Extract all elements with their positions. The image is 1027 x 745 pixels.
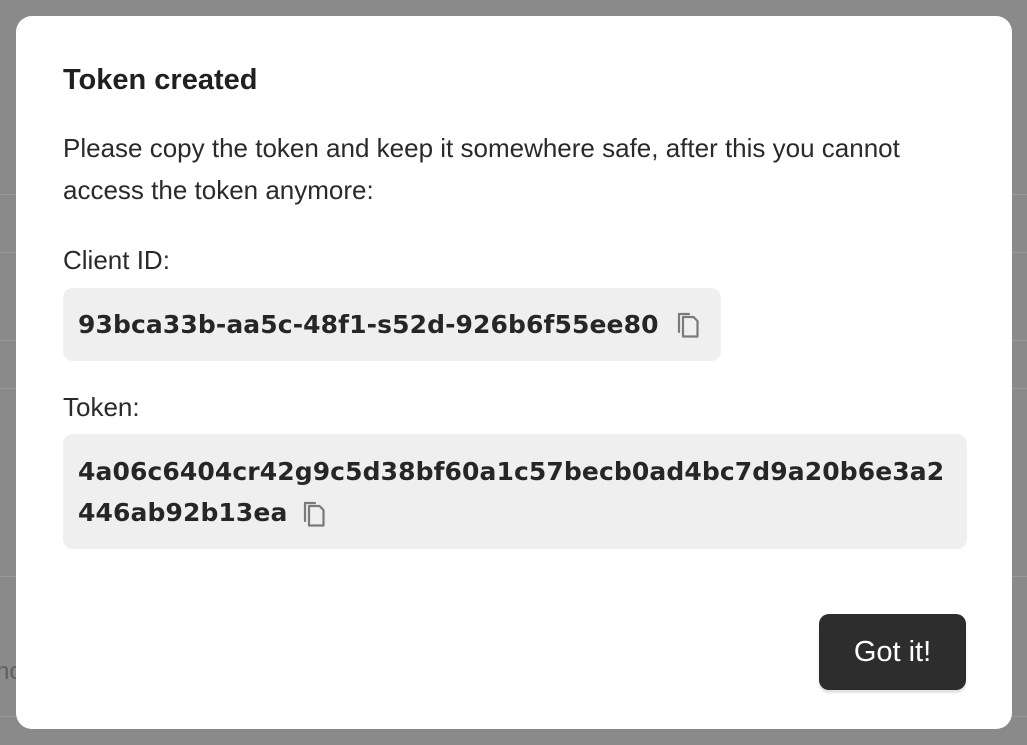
token-value[interactable]: 4a06c6404cr42g9c5d38bf60a1c57becb0ad4bc7…	[78, 457, 944, 527]
token-created-dialog: Token created Please copy the token and …	[16, 16, 1012, 729]
got-it-button[interactable]: Got it!	[819, 614, 966, 690]
client-id-label: Client ID:	[63, 245, 170, 275]
token-box: 4a06c6404cr42g9c5d38bf60a1c57becb0ad4bc7…	[63, 434, 967, 549]
token-label: Token:	[63, 392, 140, 422]
dialog-description: Please copy the token and keep it somewh…	[63, 133, 900, 205]
client-id-box: 93bca33b-aa5c-48f1-s52d-926b6f55ee80	[63, 288, 721, 361]
copy-icon[interactable]	[677, 312, 699, 338]
copy-icon[interactable]	[303, 498, 326, 527]
dialog-title: Token created	[63, 64, 258, 96]
client-id-value[interactable]: 93bca33b-aa5c-48f1-s52d-926b6f55ee80	[78, 310, 659, 339]
